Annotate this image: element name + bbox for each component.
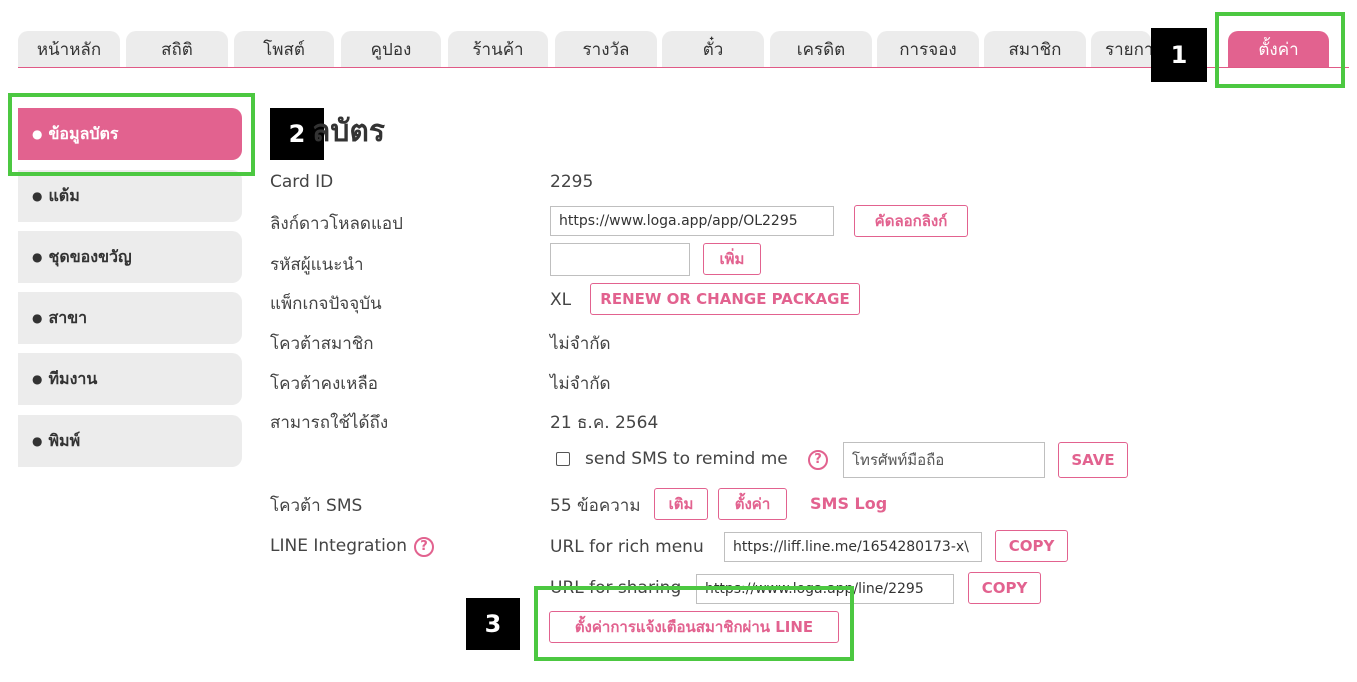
tab-home[interactable]: หน้าหลัก (18, 31, 120, 67)
sidebar-item-points[interactable]: ● แต้ม (18, 170, 242, 222)
sms-remind-help[interactable]: ? (808, 448, 828, 470)
bullet-icon: ● (32, 189, 43, 203)
tab-underline (18, 67, 1349, 68)
sidebar-item-label: พิมพ์ (48, 430, 81, 450)
bullet-icon: ● (32, 434, 43, 448)
valid-until-value: 21 ธ.ค. 2564 (550, 413, 659, 433)
tab-rewards[interactable]: รางวัล (555, 31, 657, 67)
tab-posts[interactable]: โพสต์ (234, 31, 334, 67)
sidebar-item-label: ชุดของขวัญ (48, 246, 132, 266)
sidebar-item-label: แต้ม (48, 185, 80, 205)
phone-input[interactable]: โทรศัพท์มือถือ (843, 442, 1045, 478)
copy-sharing-button[interactable]: COPY (968, 572, 1041, 604)
step-badge-1: 1 (1151, 28, 1207, 82)
renew-package-button[interactable]: RENEW OR CHANGE PACKAGE (590, 283, 860, 315)
tab-shop[interactable]: ร้านค้า (448, 31, 548, 67)
page-title: ลบัตร (312, 114, 386, 149)
bullet-icon: ● (32, 372, 43, 386)
save-button[interactable]: SAVE (1058, 442, 1128, 478)
step-badge-3: 3 (466, 598, 520, 650)
bullet-icon: ● (32, 250, 43, 264)
card-id-label: Card ID (270, 172, 334, 192)
referral-code-input[interactable] (550, 243, 690, 276)
quota-left-value: ไม่จำกัด (550, 374, 611, 394)
sms-topup-button[interactable]: เติม (654, 488, 708, 520)
package-value: XL (550, 290, 572, 310)
highlight-card-info (8, 93, 255, 176)
valid-until-label: สามารถใช้ได้ถึง (270, 413, 389, 433)
sms-quota-value: 55 ข้อความ (550, 496, 641, 516)
quota-left-label: โควต้าคงเหลือ (270, 374, 378, 394)
rich-menu-url-field[interactable]: https://liff.line.me/1654280173-x\ (724, 532, 982, 562)
line-integration-help[interactable]: ? (414, 535, 434, 557)
sms-remind-label: send SMS to remind me (585, 449, 788, 469)
sms-quota-label: โควต้า SMS (270, 496, 363, 516)
tab-members[interactable]: สมาชิก (984, 31, 1086, 67)
help-icon[interactable]: ? (414, 536, 434, 557)
rich-menu-label: URL for rich menu (550, 537, 704, 557)
sidebar-item-print[interactable]: ● พิมพ์ (18, 415, 242, 467)
highlight-line-notify (534, 586, 854, 661)
line-integration-label: LINE Integration (270, 536, 408, 556)
sidebar-item-label: สาขา (48, 307, 88, 327)
help-icon[interactable]: ? (808, 449, 828, 470)
sms-log-link[interactable]: SMS Log (810, 494, 887, 513)
card-id-value: 2295 (550, 172, 594, 192)
sidebar-item-label: ทีมงาน (48, 368, 98, 388)
tab-credits[interactable]: เครดิต (770, 31, 872, 67)
download-link-label: ลิงก์ดาวโหลดแอป (270, 214, 403, 234)
tab-coupons[interactable]: คูปอง (341, 31, 441, 67)
bullet-icon: ● (32, 311, 43, 325)
sidebar-item-team[interactable]: ● ทีมงาน (18, 353, 242, 405)
tab-bookings[interactable]: การจอง (877, 31, 979, 67)
member-quota-value: ไม่จำกัด (550, 334, 611, 354)
sidebar-item-gift-sets[interactable]: ● ชุดของขวัญ (18, 231, 242, 283)
sms-remind-checkbox[interactable] (556, 452, 570, 466)
download-link-field[interactable]: https://www.loga.app/app/OL2295 (550, 206, 834, 236)
sms-settings-button[interactable]: ตั้งค่า (718, 488, 787, 520)
sidebar-item-branches[interactable]: ● สาขา (18, 292, 242, 344)
copy-link-button[interactable]: คัดลอกลิงก์ (854, 205, 968, 237)
highlight-settings-tab (1215, 12, 1345, 88)
copy-rich-menu-button[interactable]: COPY (995, 530, 1068, 562)
tab-stats[interactable]: สถิติ (126, 31, 228, 67)
add-referral-button[interactable]: เพิ่ม (703, 243, 761, 275)
referral-code-label: รหัสผู้แนะนำ (270, 255, 364, 275)
tab-reports[interactable]: รายกา (1091, 31, 1151, 67)
member-quota-label: โควต้าสมาชิก (270, 334, 374, 354)
package-label: แพ็กเกจปัจจุบัน (270, 294, 382, 314)
tab-tickets[interactable]: ตั๋ว (662, 31, 764, 67)
